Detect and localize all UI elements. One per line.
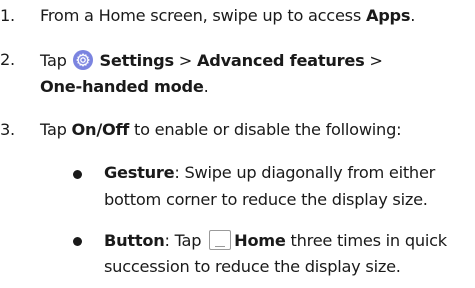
step-text-end: . xyxy=(203,77,209,96)
bullet-text: bottom corner to reduce the display size… xyxy=(104,190,428,209)
step-text-line-2: One-handed mode. xyxy=(40,77,209,96)
step-number: 2. xyxy=(0,50,15,69)
gesture-label: Gesture xyxy=(104,163,175,182)
step-number: 3. xyxy=(0,120,15,139)
home-button-icon xyxy=(209,230,232,250)
bullet-text: succession to reduce the display size. xyxy=(104,257,401,276)
separator: > xyxy=(364,51,383,70)
bullet-line-2: succession to reduce the display size. xyxy=(104,257,401,276)
step-text-post: to enable or disable the following: xyxy=(129,120,402,139)
step-text-post: . xyxy=(410,6,416,25)
bullet-line-2: bottom corner to reduce the display size… xyxy=(104,190,428,209)
step-text: Tap On/Off to enable or disable the foll… xyxy=(40,120,402,139)
tap-text: Tap xyxy=(40,120,72,139)
step-text-line-1: Tap Settings > Advanced features > xyxy=(40,50,383,70)
step-text: From a Home screen, swipe up to access A… xyxy=(40,6,415,25)
bullet-dot xyxy=(73,237,82,246)
bullet-dot xyxy=(73,170,82,179)
tap-text: : Tap xyxy=(164,231,207,250)
separator: > xyxy=(173,51,197,70)
button-label: Button xyxy=(104,231,165,250)
tap-text: Tap xyxy=(40,51,72,70)
on-off-label: On/Off xyxy=(71,120,130,139)
bullet-line-1: Button: Tap Home three times in quick xyxy=(104,230,447,250)
one-handed-mode-label: One-handed mode xyxy=(40,77,204,96)
bullet-text: : Swipe up diagonally from either xyxy=(174,163,436,182)
step-number: 1. xyxy=(0,6,15,25)
advanced-features-label: Advanced features xyxy=(196,51,365,70)
settings-label: Settings xyxy=(99,51,174,70)
step-text-pre: From a Home screen, swipe up to access xyxy=(40,6,366,25)
apps-label: Apps xyxy=(365,6,411,25)
gear-icon xyxy=(72,50,93,70)
bullet-text: three times in quick xyxy=(285,231,448,250)
bullet-line-1: Gesture: Swipe up diagonally from either xyxy=(104,163,435,182)
home-label: Home xyxy=(234,231,286,250)
